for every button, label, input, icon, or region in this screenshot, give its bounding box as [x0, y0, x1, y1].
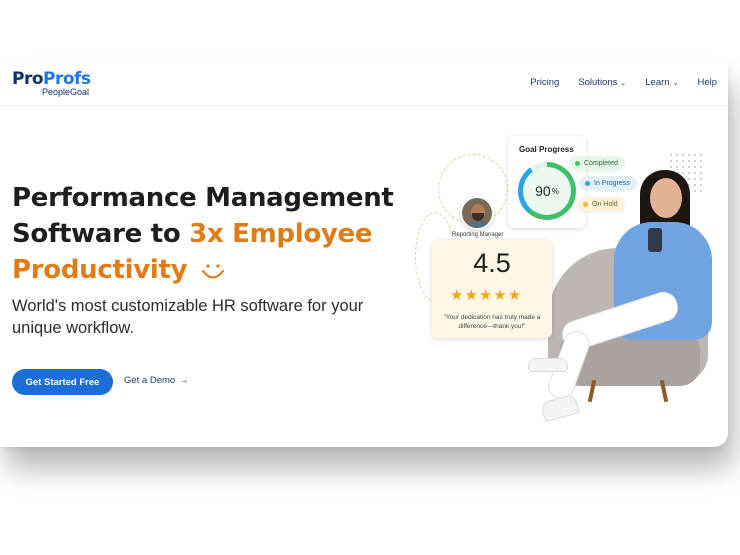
nav-item-label: Solutions	[578, 77, 618, 88]
logo-pro: Pro	[12, 69, 44, 89]
sneaker	[528, 358, 568, 372]
hero-description: World's most customizable HR software fo…	[12, 297, 364, 337]
get-demo-link[interactable]: Get a Demo →	[124, 375, 189, 386]
proprofs-logo[interactable]: ProProfs PeopleGoal	[12, 70, 91, 97]
hero-title-accent: 3x Employee	[189, 219, 373, 249]
goal-progress-title: Goal Progress	[519, 145, 574, 154]
progress-value: 90%	[523, 167, 571, 215]
nav-item-learn[interactable]: Learn ⌄	[645, 77, 678, 88]
logo-product-name: PeopleGoal	[42, 87, 90, 97]
status-badge-in-progress: In Progress	[579, 176, 637, 190]
rating-score: 4.5	[473, 248, 511, 278]
goal-progress-card: Goal Progress 90%	[508, 136, 586, 228]
hero-title-line3: Productivity	[12, 252, 394, 288]
avatar	[460, 196, 494, 230]
nav-item-solutions[interactable]: Solutions ⌄	[578, 77, 626, 88]
avatar-body	[465, 221, 491, 228]
feedback-quote: "Your dedication has truly made a differ…	[443, 314, 541, 330]
hero-title: Performance Management Software to 3x Em…	[12, 180, 394, 288]
hero-title-line2: Software to 3x Employee	[12, 216, 394, 252]
hero-title-line2-text: Software to	[12, 219, 190, 249]
hero-title-line1: Performance Management	[12, 183, 394, 213]
logo-wordmark: ProProfs	[12, 70, 91, 88]
progress-unit: %	[551, 186, 559, 196]
progress-percent: 90	[535, 183, 551, 199]
woman-face	[650, 178, 682, 218]
nav-item-label: Help	[697, 77, 717, 88]
nav-menu: Pricing Solutions ⌄ Learn ⌄ Help	[530, 77, 717, 88]
arrow-right-icon: →	[179, 375, 189, 386]
status-label: In Progress	[594, 179, 630, 187]
logo-profs: Profs	[43, 69, 91, 89]
rating-card: 4.5 ★★★★★ "Your dedication has truly mad…	[432, 240, 552, 338]
hero-title-accent-productivity: Productivity	[12, 255, 188, 285]
status-dot	[585, 180, 590, 186]
smile-icon	[202, 263, 225, 279]
chevron-down-icon: ⌄	[672, 80, 679, 87]
star-rating-icon: ★★★★★	[450, 287, 523, 304]
status-badge-on-hold: On Hold	[577, 197, 625, 211]
hero-card: ProProfs PeopleGoal Pricing Solutions ⌄ L…	[0, 62, 728, 447]
status-label: On Hold	[592, 200, 618, 208]
progress-ring: 90%	[518, 162, 576, 220]
status-badge-completed: Completed	[569, 156, 625, 170]
top-navbar: ProProfs PeopleGoal Pricing Solutions ⌄ L…	[0, 62, 728, 106]
phone-icon	[648, 228, 662, 252]
nav-item-label: Learn	[645, 77, 670, 88]
get-demo-label: Get a Demo	[124, 375, 176, 386]
status-dot	[583, 201, 588, 207]
status-label: Completed	[584, 159, 618, 167]
nav-item-pricing[interactable]: Pricing	[530, 77, 559, 88]
avatar-beard	[472, 213, 484, 221]
status-dot	[575, 160, 580, 166]
nav-item-help[interactable]: Help	[697, 77, 717, 88]
sneaker	[540, 393, 580, 423]
reporting-manager-label: Reporting Manager	[452, 232, 504, 238]
nav-item-label: Pricing	[530, 77, 560, 88]
chevron-down-icon: ⌄	[620, 80, 627, 87]
get-started-button[interactable]: Get Started Free	[12, 369, 113, 395]
